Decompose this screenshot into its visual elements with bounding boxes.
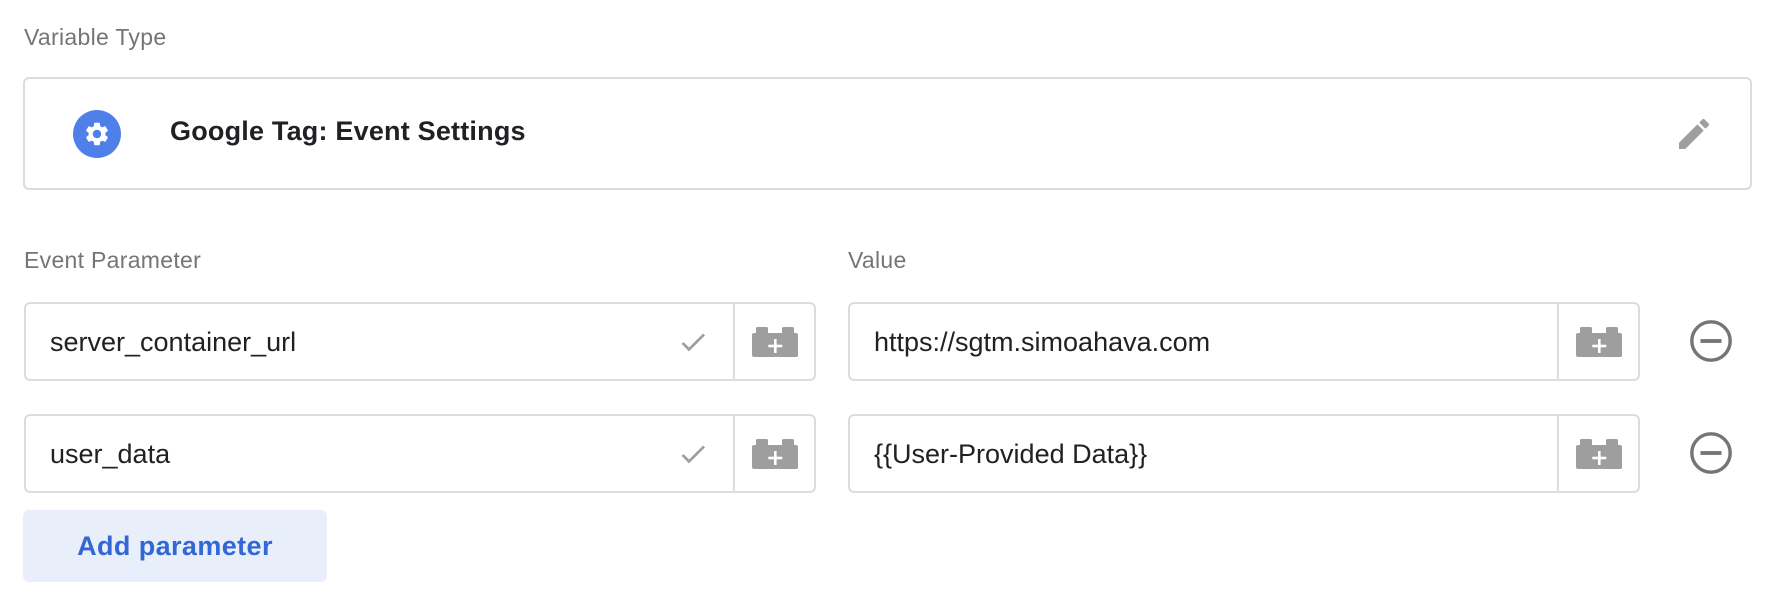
insert-variable-button[interactable] [1557,304,1638,379]
pencil-icon[interactable] [1674,114,1714,154]
parameter-input-text: server_container_url [50,327,297,357]
add-parameter-button[interactable]: Add parameter [23,510,327,582]
remove-row-icon[interactable] [1688,318,1734,364]
value-input-text: https://sgtm.simoahava.com [874,327,1211,357]
check-icon [681,445,705,464]
variable-brick-icon [752,327,798,357]
variable-type-card[interactable]: Google Tag: Event Settings [23,77,1752,190]
parameter-input-text: user_data [50,439,171,469]
variable-brick-icon [752,439,798,469]
parameter-field[interactable]: server_container_url [24,302,816,381]
variable-type-label: Variable Type [24,24,167,50]
value-header: Value [848,247,907,273]
remove-row-icon[interactable] [1688,430,1734,476]
insert-variable-button[interactable] [733,416,814,491]
gear-icon [73,110,121,158]
variable-brick-icon [1576,439,1622,469]
value-field[interactable]: https://sgtm.simoahava.com [848,302,1640,381]
value-input-text: {{User-Provided Data}} [874,439,1148,469]
check-icon [681,333,705,352]
variable-brick-icon [1576,327,1622,357]
parameter-field[interactable]: user_data [24,414,816,493]
value-field[interactable]: {{User-Provided Data}} [848,414,1640,493]
insert-variable-button[interactable] [1557,416,1638,491]
insert-variable-button[interactable] [733,304,814,379]
event-parameter-header: Event Parameter [24,247,202,273]
variable-type-name: Google Tag: Event Settings [170,116,526,146]
